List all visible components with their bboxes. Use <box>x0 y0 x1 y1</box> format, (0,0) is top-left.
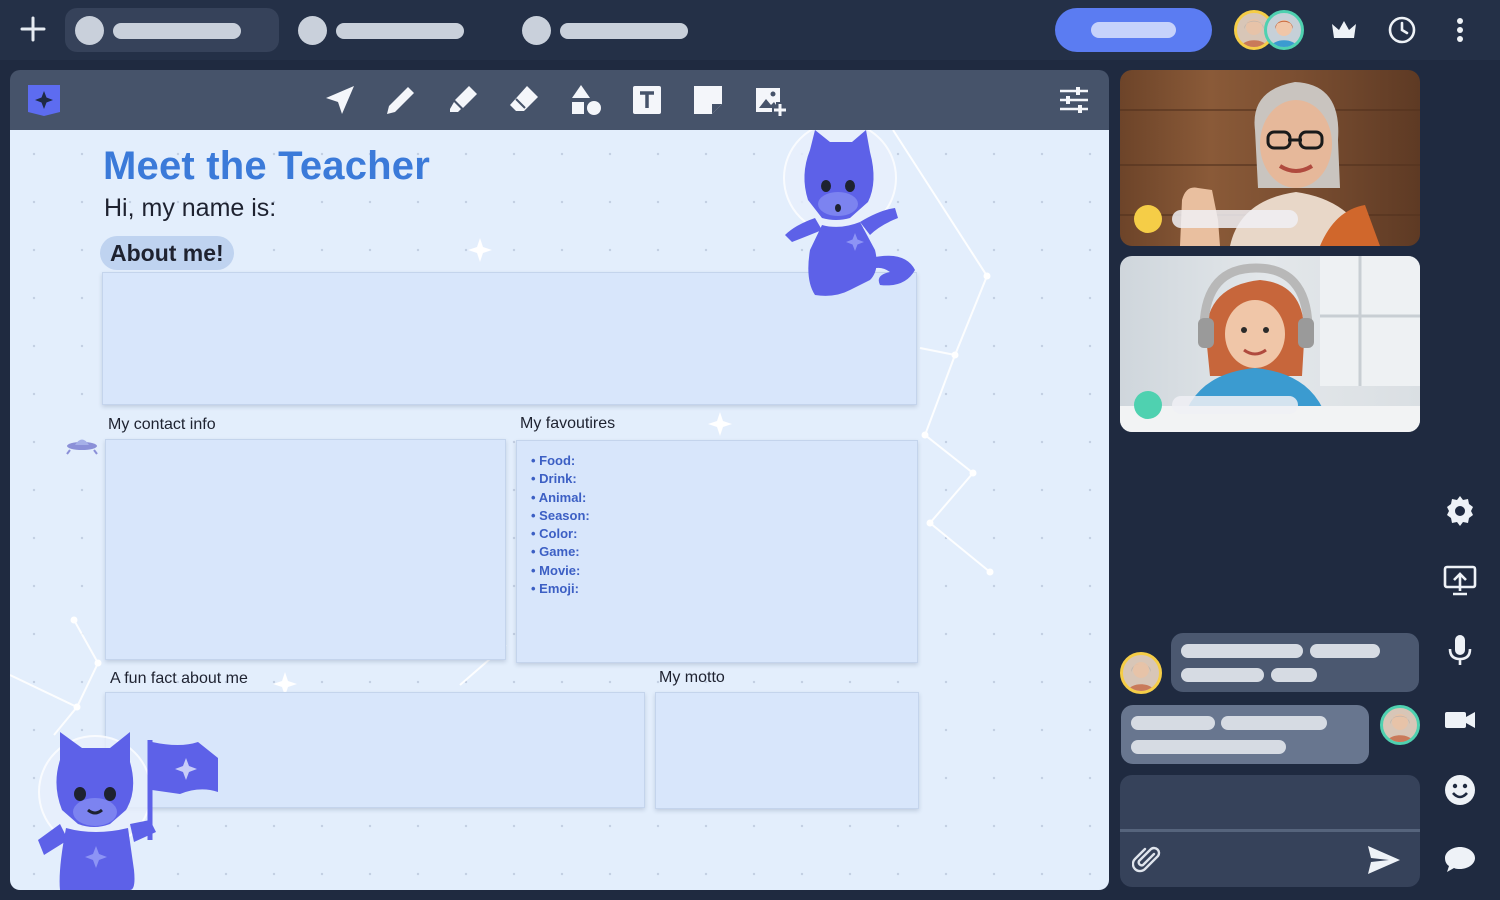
tab-icon <box>298 16 327 45</box>
message-text-placeholder <box>1221 716 1327 730</box>
participant-color-dot <box>1134 391 1162 419</box>
chat-message-outgoing <box>1121 705 1369 764</box>
motto-label: My motto <box>659 669 725 686</box>
tab-label <box>336 23 464 39</box>
motto-box[interactable] <box>655 692 919 809</box>
participant-avatar-student[interactable] <box>1264 10 1304 50</box>
pen-icon[interactable] <box>383 82 419 118</box>
message-text-placeholder <box>1310 644 1380 658</box>
crown-icon[interactable] <box>1328 14 1360 46</box>
camera-icon[interactable] <box>1443 703 1477 737</box>
message-text-placeholder <box>1131 716 1215 730</box>
list-item: Emoji: <box>531 581 590 599</box>
message-text-placeholder <box>1271 668 1317 682</box>
list-item: Drink: <box>531 471 590 489</box>
composer-divider <box>1120 829 1420 832</box>
tab-1[interactable] <box>65 8 279 52</box>
astronaut-cat-mascot <box>783 130 915 296</box>
contact-info-label: My contact info <box>108 416 216 433</box>
message-text-placeholder <box>1181 668 1264 682</box>
highlighter-icon[interactable] <box>445 82 481 118</box>
board-logo-icon[interactable] <box>26 82 62 118</box>
chat-avatar-self <box>1380 705 1420 745</box>
emoji-icon[interactable] <box>1443 773 1477 807</box>
primary-action-button[interactable] <box>1055 8 1212 52</box>
select-icon[interactable] <box>322 82 358 118</box>
gear-icon[interactable] <box>1443 494 1477 528</box>
avatar-face-icon <box>1271 20 1297 47</box>
page-subtitle: Hi, my name is: <box>104 194 277 222</box>
spaceship-icon <box>66 439 98 455</box>
tab-icon <box>75 16 104 45</box>
plus-icon <box>20 16 46 42</box>
favourites-label: My favoutires <box>520 415 616 432</box>
tab-3[interactable] <box>512 8 712 52</box>
add-tab-button[interactable] <box>16 12 50 46</box>
text-icon[interactable] <box>629 82 665 118</box>
top-bar <box>0 0 1500 60</box>
microphone-icon[interactable] <box>1443 633 1477 667</box>
participant-color-dot <box>1134 205 1162 233</box>
tab-label <box>113 23 241 39</box>
chat-message-incoming <box>1171 633 1419 692</box>
shapes-icon[interactable] <box>568 82 604 118</box>
send-icon[interactable] <box>1366 843 1402 877</box>
chat-message-input[interactable] <box>1120 775 1420 829</box>
about-me-label: About me! <box>100 236 234 270</box>
list-item: Game: <box>531 544 590 562</box>
tab-icon <box>522 16 551 45</box>
tab-2[interactable] <box>288 8 488 52</box>
message-text-placeholder <box>1181 644 1303 658</box>
clock-icon[interactable] <box>1386 14 1418 46</box>
contact-info-box[interactable] <box>105 439 506 660</box>
participant-name-placeholder <box>1172 396 1298 414</box>
settings-sliders-icon[interactable] <box>1056 82 1092 118</box>
favourites-box[interactable]: Food: Drink: Animal: Season: Color: Game… <box>516 440 918 663</box>
chat-icon[interactable] <box>1443 843 1477 877</box>
tab-label <box>560 23 688 39</box>
favourites-list: Food: Drink: Animal: Season: Color: Game… <box>531 453 590 599</box>
primary-action-label <box>1091 22 1176 38</box>
list-item: Animal: <box>531 490 590 508</box>
chat-composer <box>1120 775 1420 887</box>
avatar-face-icon <box>1387 714 1413 742</box>
whiteboard-toolbar <box>10 70 1109 132</box>
page-title: Meet the Teacher <box>103 144 431 188</box>
video-tile-teacher[interactable] <box>1120 70 1420 246</box>
attachment-icon[interactable] <box>1131 845 1162 875</box>
list-item: Food: <box>531 453 590 471</box>
list-item: Season: <box>531 508 590 526</box>
sticky-note-icon[interactable] <box>690 82 726 118</box>
flag-cat-mascot <box>38 732 218 890</box>
fun-fact-label: A fun fact about me <box>110 670 248 687</box>
video-tile-student[interactable] <box>1120 256 1420 432</box>
list-item: Movie: <box>531 563 590 581</box>
add-image-icon[interactable] <box>752 82 788 118</box>
chat-avatar-teacher <box>1120 652 1162 694</box>
screen-share-icon[interactable] <box>1443 563 1477 597</box>
avatar-face-icon <box>1128 662 1154 691</box>
eraser-icon[interactable] <box>506 82 542 118</box>
message-text-placeholder <box>1131 740 1286 754</box>
list-item: Color: <box>531 526 590 544</box>
more-options-icon[interactable] <box>1450 14 1470 46</box>
whiteboard-canvas[interactable]: Meet the Teacher Hi, my name is: About m… <box>10 130 1109 890</box>
participant-name-placeholder <box>1172 210 1298 228</box>
